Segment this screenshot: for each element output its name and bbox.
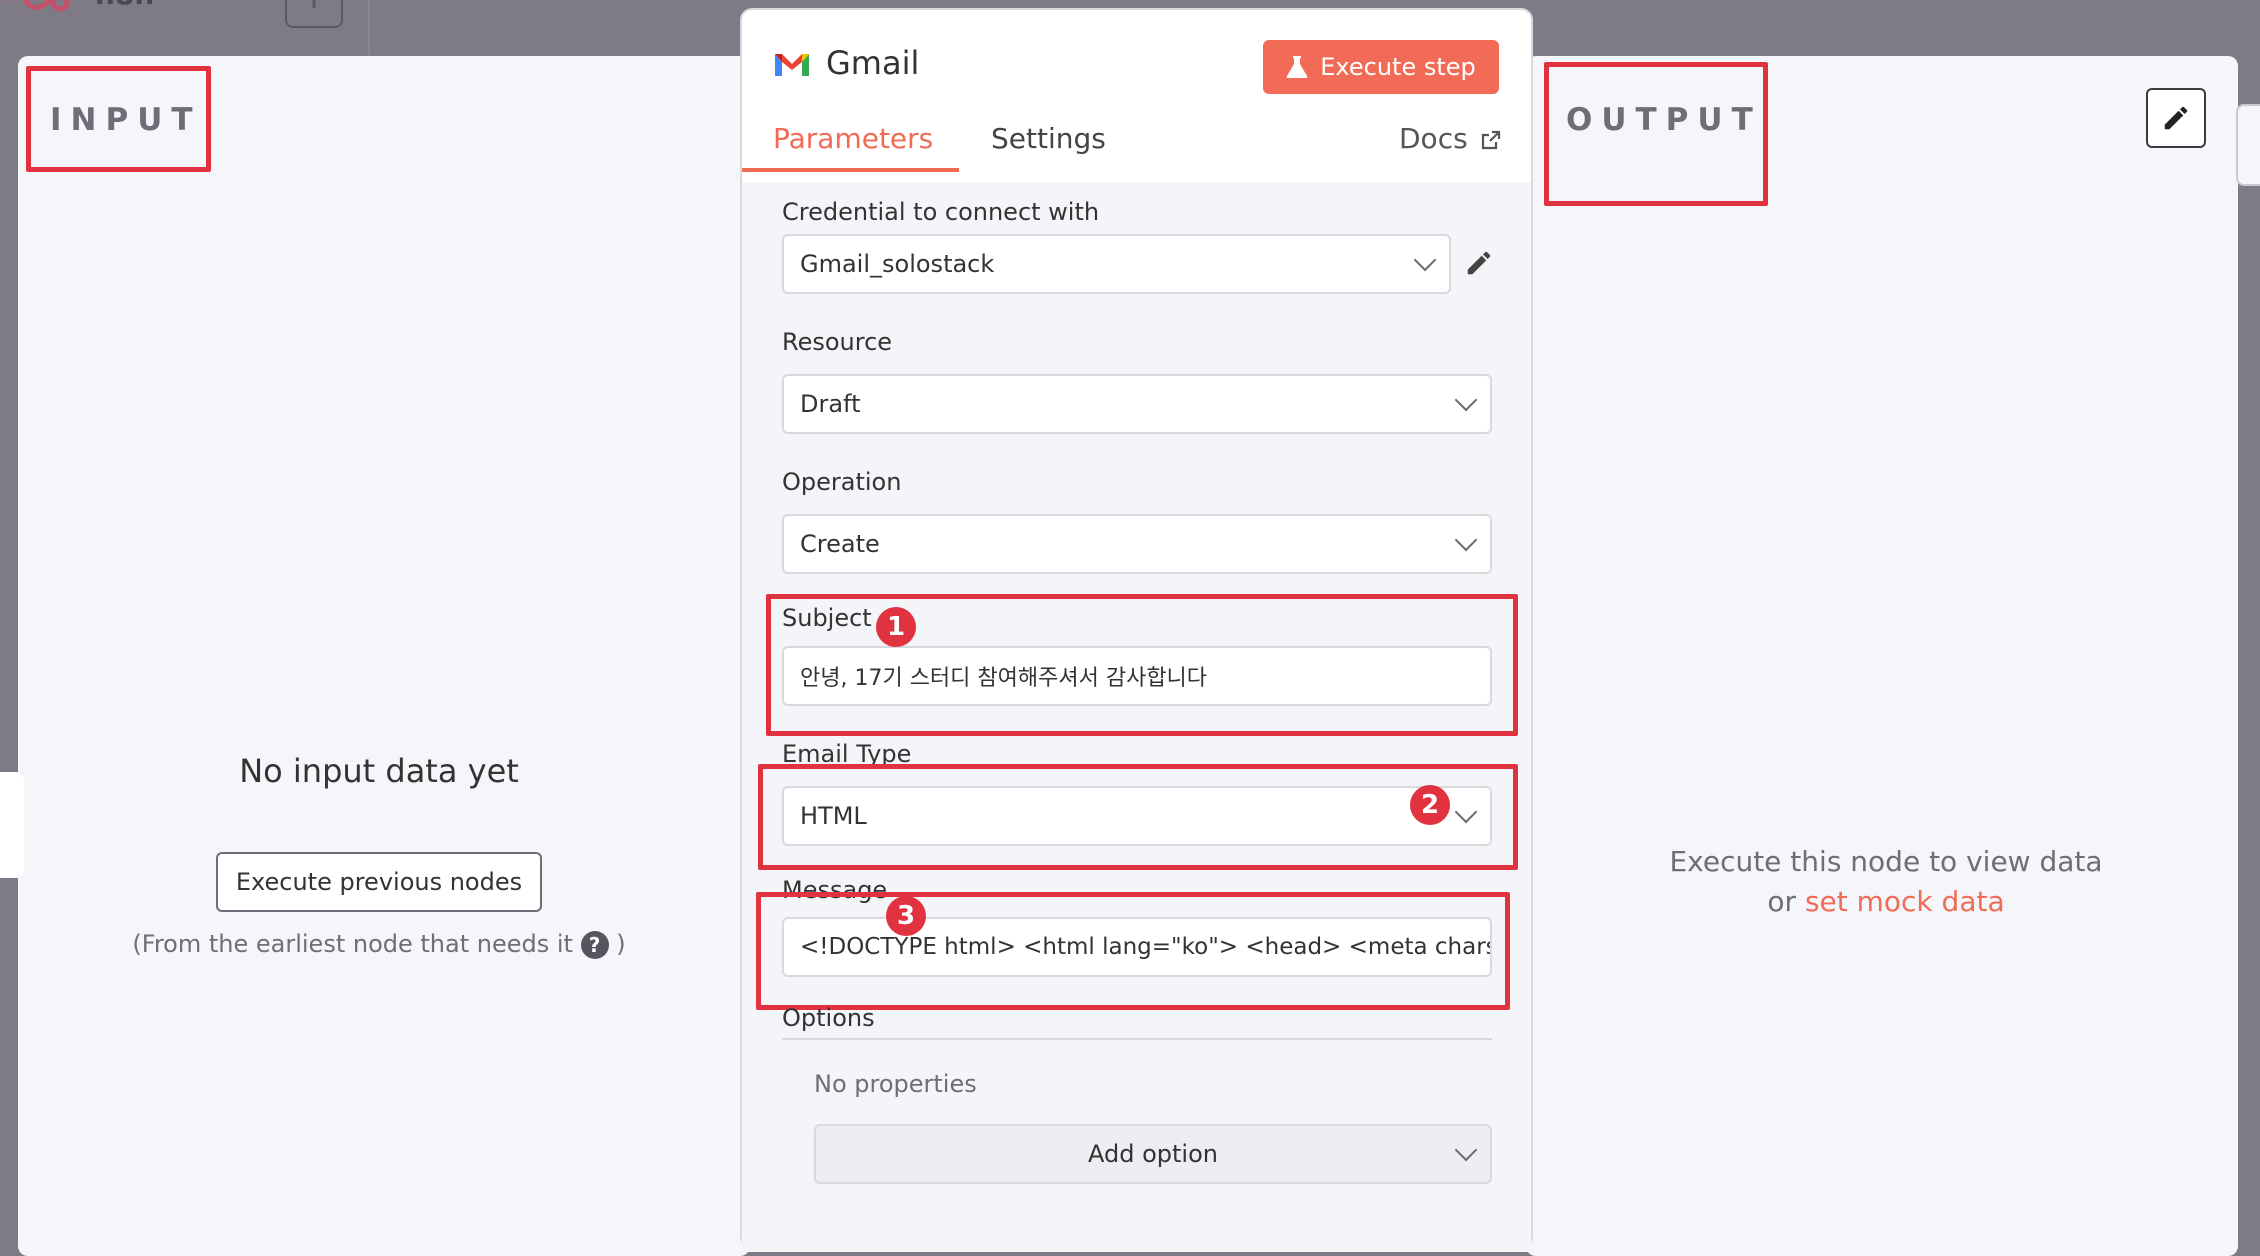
add-tag-button[interactable]: + [285, 0, 343, 28]
input-panel [18, 56, 750, 1256]
input-hint: (From the earliest node that needs it ? … [18, 930, 740, 959]
resource-label: Resource [782, 328, 893, 356]
input-empty-title: No input data yet [239, 752, 519, 790]
credential-select[interactable]: Gmail_solostack [782, 234, 1451, 294]
add-option-label: Add option [1088, 1140, 1218, 1168]
docs-label: Docs [1399, 122, 1468, 155]
operation-label: Operation [782, 468, 902, 496]
n8n-logo-icon [1, 0, 70, 12]
set-mock-data-link[interactable]: set mock data [1805, 885, 2005, 918]
chevron-down-icon [1454, 1138, 1478, 1162]
add-option-select[interactable]: Add option [814, 1124, 1492, 1184]
execute-previous-nodes-button[interactable]: Execute previous nodes [216, 852, 542, 912]
highlight-box-input [26, 66, 211, 172]
execute-step-label: Execute step [1320, 53, 1476, 81]
output-empty-message: Execute this node to view data or set mo… [1526, 842, 2246, 922]
node-title: Gmail [826, 44, 920, 82]
tab-settings[interactable]: Settings [991, 122, 1106, 155]
panel-edge-handle[interactable] [2236, 104, 2260, 186]
docs-link[interactable]: Docs [1399, 122, 1501, 155]
credential-value: Gmail_solostack [800, 250, 995, 278]
options-divider [782, 1038, 1492, 1040]
flask-icon [1286, 56, 1308, 78]
question-circle-icon[interactable]: ? [580, 931, 609, 959]
pencil-icon [2164, 106, 2188, 130]
chevron-down-icon [1454, 388, 1478, 412]
output-empty-line1: Execute this node to view data [1669, 845, 2103, 878]
operation-value: Create [800, 530, 880, 558]
output-or-text: or [1767, 885, 1797, 918]
workflow-name[interactable]: n8n [95, 0, 154, 11]
chevron-down-icon [1454, 528, 1478, 552]
gmail-icon [775, 54, 809, 76]
external-link-icon [1481, 130, 1500, 150]
input-hint-text: (From the earliest node that needs it [132, 930, 573, 958]
annotation-badge-2: 2 [1410, 785, 1450, 825]
tab-parameters[interactable]: Parameters [773, 122, 933, 155]
output-empty-line2: or set mock data [1526, 882, 2246, 922]
operation-select[interactable]: Create [782, 514, 1492, 574]
resource-value: Draft [800, 390, 861, 418]
credential-label: Credential to connect with [782, 198, 1100, 226]
output-panel [1526, 56, 2238, 1256]
annotation-badge-3: 3 [886, 896, 926, 936]
highlight-box-message [756, 892, 1510, 1010]
highlight-box-email-type [758, 764, 1518, 870]
divider [368, 0, 370, 55]
input-hint-close: ) [616, 930, 626, 958]
pencil-icon[interactable] [1464, 248, 1494, 278]
chevron-down-icon [1413, 248, 1437, 272]
annotation-badge-1: 1 [876, 607, 916, 647]
resource-select[interactable]: Draft [782, 374, 1492, 434]
no-properties-text: No properties [814, 1070, 977, 1098]
highlight-box-output [1544, 62, 1768, 206]
options-label: Options [782, 1004, 875, 1032]
execute-step-button[interactable]: Execute step [1263, 40, 1499, 94]
active-tab-indicator [742, 168, 959, 172]
edit-output-button[interactable] [2146, 88, 2206, 148]
